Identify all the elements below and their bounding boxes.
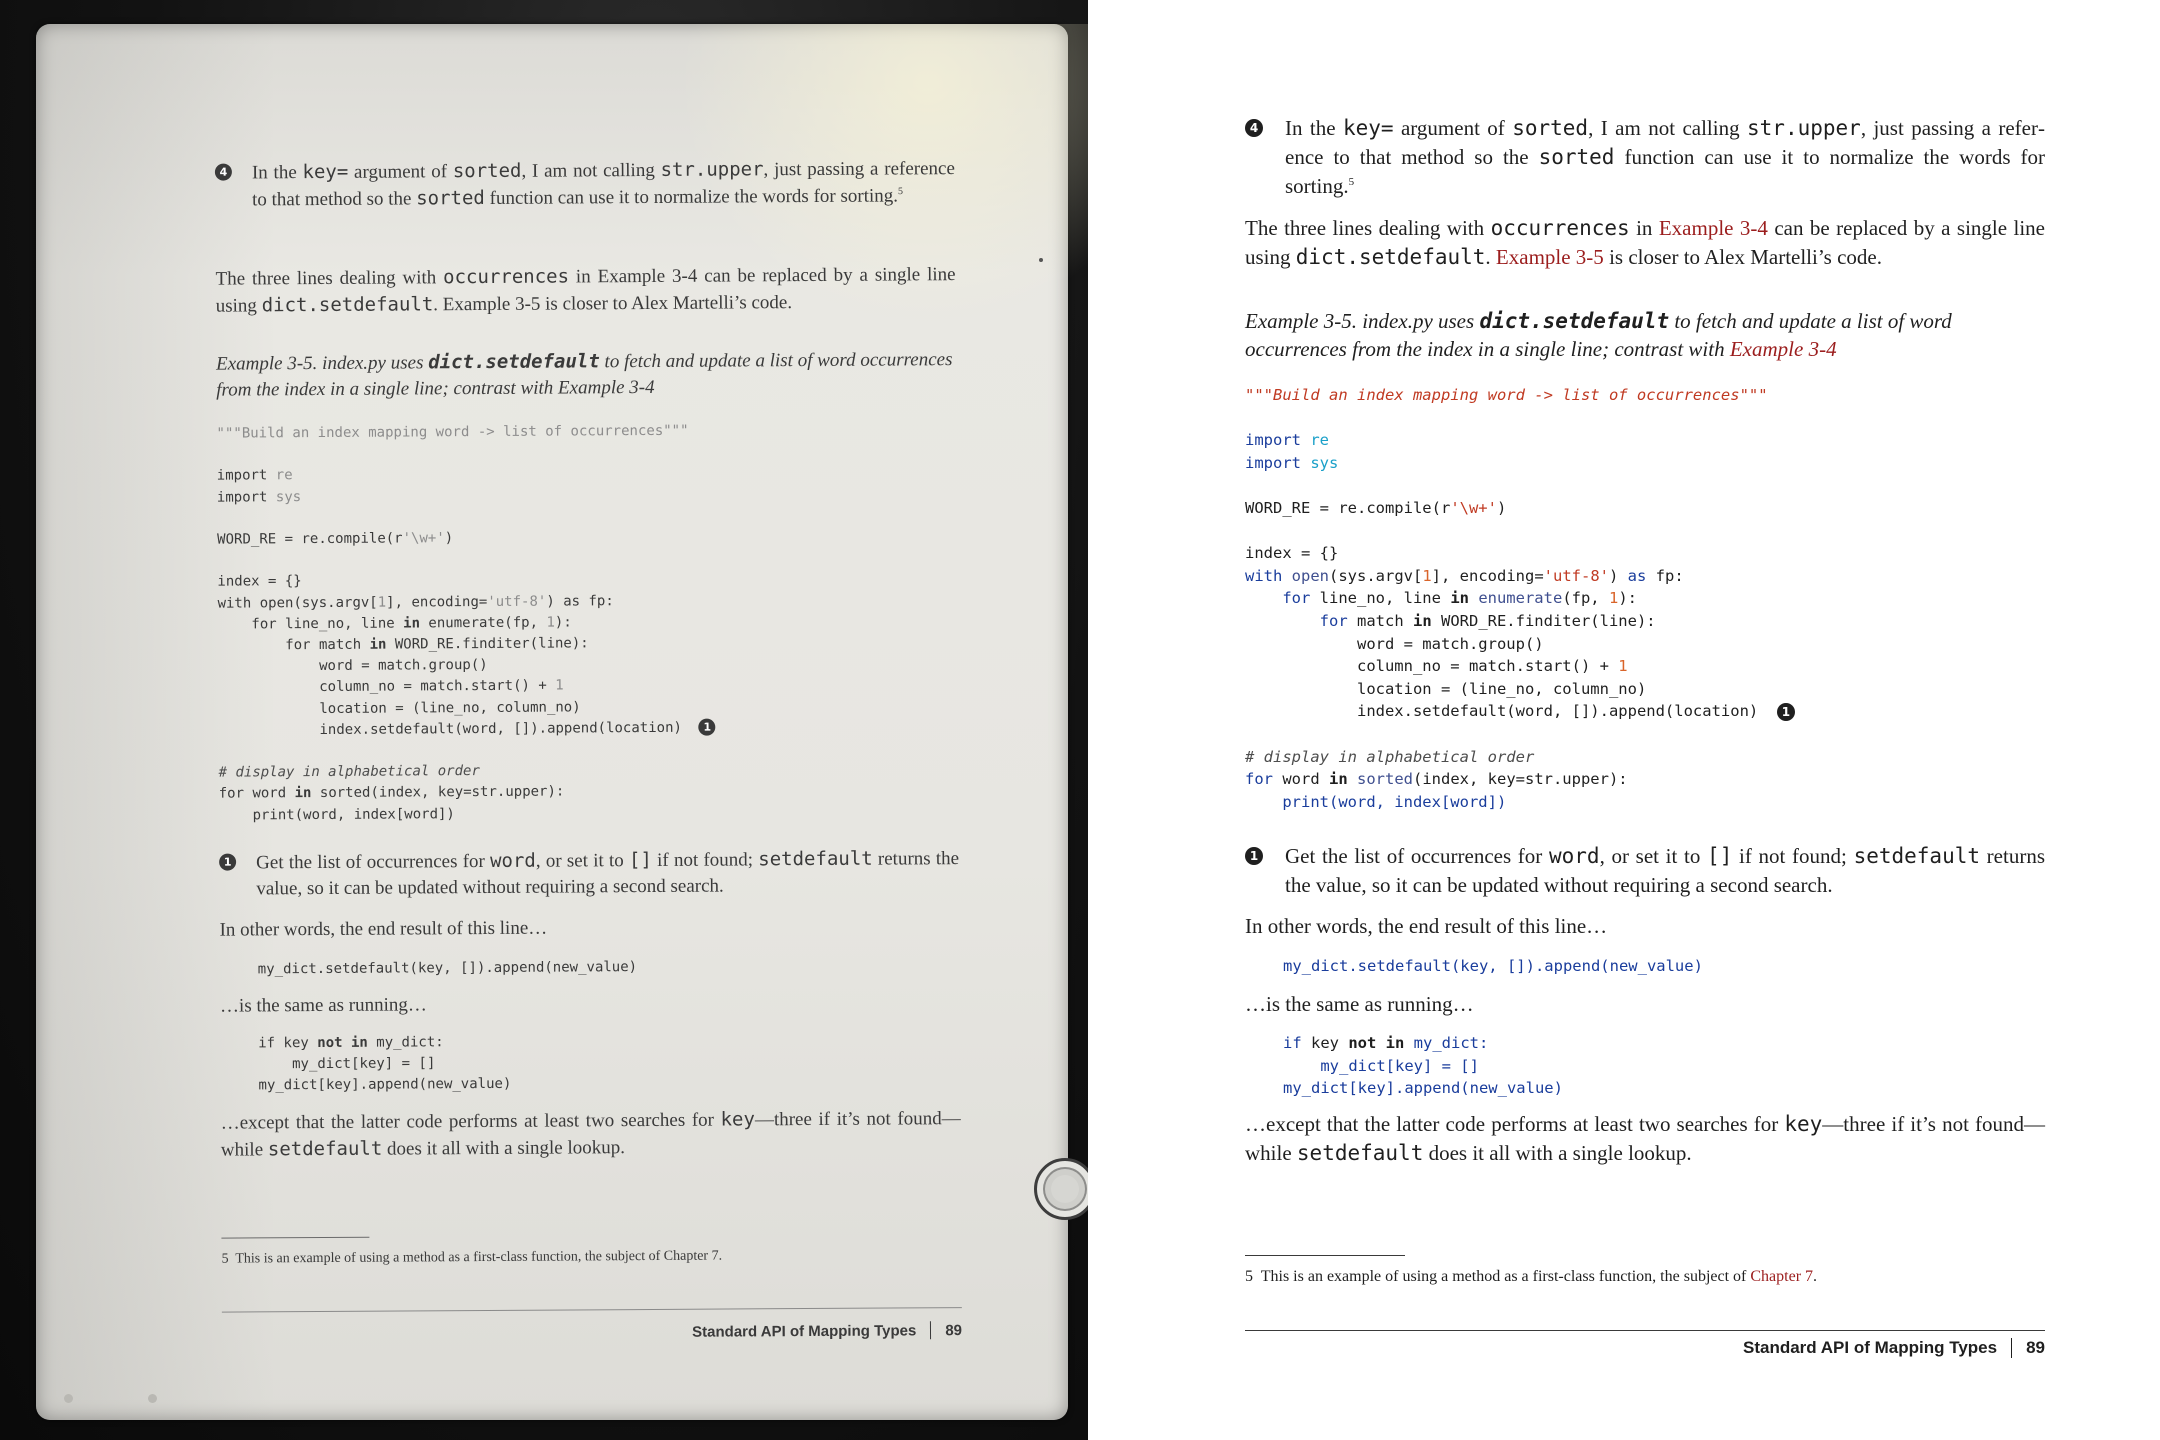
callout-marker: 1 [1245,847,1263,865]
code-callout: 1 [1776,702,1795,721]
running-head: Standard API of Mapping Types 89 [692,1321,963,1341]
code-listing: """Build an index mapping word -> list o… [1245,384,1795,813]
callout-marker: 4 [1245,119,1263,137]
callout-text: In the key= argument of sorted, I am not… [1285,116,2045,198]
running-head: Standard API of Mapping Types 89 [1245,1338,2045,1358]
body-paragraph: …is the same as running… [1245,992,1474,1016]
example-caption: Example 3-5. index.py uses dict.setdefau… [216,349,953,401]
running-head-rule [221,1307,962,1313]
running-head-rule [1245,1330,2045,1331]
chapter-link[interactable]: Chapter 7 [1750,1268,1813,1285]
callout-note-1: 1 Get the list of occurrences for word, … [1245,842,2045,900]
footnote: 5 This is an example of using a method a… [1245,1268,1818,1285]
callout-note-4: 4 In the key= argument of sorted, I am n… [1245,114,2045,201]
body-paragraph: The three lines dealing with occurrences… [1245,216,2045,269]
page-number: 89 [2026,1338,2045,1357]
device-photo: 4 In the key= argument of sorted, I am n… [0,0,1088,1440]
body-paragraph: …is the same as running… [219,994,427,1017]
callout-text: Get the list of occurrences for word, or… [1285,844,2045,897]
device-screen: 4 In the key= argument of sorted, I am n… [154,19,1003,1420]
footnote-rule [221,1236,370,1239]
body-paragraph: …except that the latter code performs at… [220,1108,961,1161]
callout-marker: 1 [219,853,237,871]
ereader-device: 4 In the key= argument of sorted, I am n… [36,24,1088,1420]
code-listing: """Build an index mapping word -> list o… [216,421,716,827]
clean-page: 4 In the key= argument of sorted, I am n… [1245,0,2045,1440]
code-snippet: my_dict.setdefault(key, []).append(new_v… [257,959,638,978]
body-paragraph: In other words, the end result of this l… [219,917,548,941]
running-head-title: Standard API of Mapping Types [1743,1338,1998,1357]
example-caption: Example 3-5. index.py uses dict.setdefau… [1245,309,1952,362]
callout-text: Get the list of occurrences for word, or… [256,847,960,900]
code-snippet: if key not in my_dict: my_dict[key] = []… [1283,1034,1563,1098]
footnote: 5 This is an example of using a method a… [221,1248,723,1267]
code-snippet: if key not in my_dict: my_dict[key] = []… [258,1034,512,1094]
callout-note-1: 1 Get the list of occurrences for word, … [219,845,959,903]
body-paragraph: The three lines dealing with occurrences… [215,264,956,317]
code-callout: 1 [698,718,716,737]
body-paragraph: In other words, the end result of this l… [1245,914,1608,938]
footnote-rule [1245,1255,1405,1256]
home-button[interactable] [1034,1158,1088,1220]
code-snippet: my_dict.setdefault(key, []).append(new_v… [1283,957,1703,975]
body-paragraph: …except that the latter code performs at… [1245,1112,2045,1165]
callout-marker: 4 [214,163,232,181]
callout-text: In the key= argument of sorted, I am not… [251,158,955,211]
callout-note-4: 4 In the key= argument of sorted, I am n… [214,155,955,214]
